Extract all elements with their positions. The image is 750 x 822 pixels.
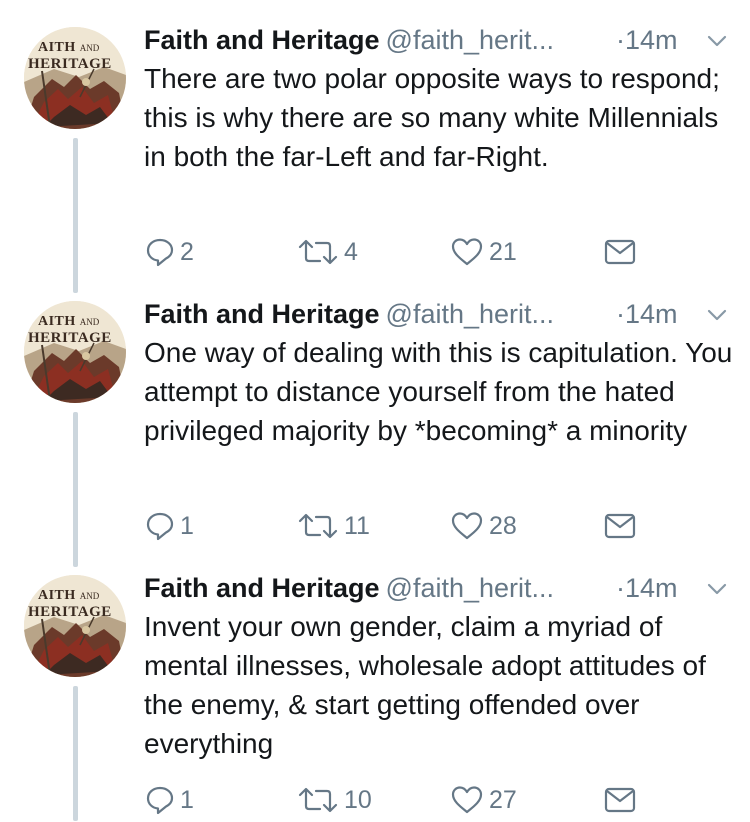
reply-button[interactable]: 2 [146,235,194,269]
retweet-button[interactable]: 10 [298,783,372,817]
tweet-text: There are two polar opposite ways to res… [144,63,720,172]
author-name[interactable]: Faith and Heritage [144,299,380,329]
tweet-header: Faith and Heritage @faith_herit... ·14m [144,570,734,606]
reply-count: 1 [180,512,194,540]
heart-icon [451,786,483,814]
tweet-text: One way of dealing with this is capitula… [144,337,733,446]
direct-message-button[interactable] [604,783,636,817]
chevron-down-icon[interactable] [706,31,728,51]
heart-icon [451,512,483,540]
timestamp[interactable]: ·14m [616,570,678,606]
envelope-icon [604,787,636,813]
tweet-text: Invent your own gender, claim a myriad o… [144,611,706,759]
reply-icon [146,238,174,267]
avatar[interactable]: AITH AND HERITAGE [24,575,126,677]
avatar[interactable]: AITH AND HERITAGE [24,301,126,403]
timestamp[interactable]: ·14m [616,22,678,58]
envelope-icon [604,513,636,539]
retweet-button[interactable]: 4 [298,235,358,269]
like-button[interactable]: 28 [451,509,517,543]
retweet-button[interactable]: 11 [298,509,370,543]
heart-icon [451,238,483,266]
tweet-header: Faith and Heritage @faith_herit... ·14m [144,22,734,58]
like-button[interactable]: 27 [451,783,517,817]
retweet-icon [298,513,338,539]
retweet-icon [298,787,338,813]
retweet-icon [298,239,338,265]
reply-icon [146,512,174,541]
author-name[interactable]: Faith and Heritage [144,573,380,603]
tweet[interactable]: AITH AND HERITAGE Faith and Heritage @fai… [0,274,750,548]
direct-message-button[interactable] [604,235,636,269]
avatar[interactable]: AITH AND HERITAGE [24,27,126,129]
retweet-count: 10 [344,786,372,814]
tweet[interactable]: AITH AND HERITAGE Faith and Heritage @fai… [0,548,750,822]
direct-message-button[interactable] [604,509,636,543]
author-handle[interactable]: @faith_herit... [386,299,555,329]
reply-count: 1 [180,786,194,814]
like-count: 28 [489,512,517,540]
like-count: 27 [489,786,517,814]
tweet[interactable]: AITH AND HERITAGE Faith and Heritage @fai… [0,0,750,274]
like-count: 21 [489,238,517,266]
tweet-header: Faith and Heritage @faith_herit... ·14m [144,296,734,332]
envelope-icon [604,239,636,265]
author-handle[interactable]: @faith_herit... [386,573,555,603]
chevron-down-icon[interactable] [706,579,728,599]
retweet-count: 4 [344,238,358,266]
reply-count: 2 [180,238,194,266]
timestamp[interactable]: ·14m [616,296,678,332]
retweet-count: 11 [344,512,370,540]
author-handle[interactable]: @faith_herit... [386,25,555,55]
reply-button[interactable]: 1 [146,783,194,817]
author-name[interactable]: Faith and Heritage [144,25,380,55]
chevron-down-icon[interactable] [706,305,728,325]
like-button[interactable]: 21 [451,235,517,269]
reply-button[interactable]: 1 [146,509,194,543]
reply-icon [146,786,174,815]
